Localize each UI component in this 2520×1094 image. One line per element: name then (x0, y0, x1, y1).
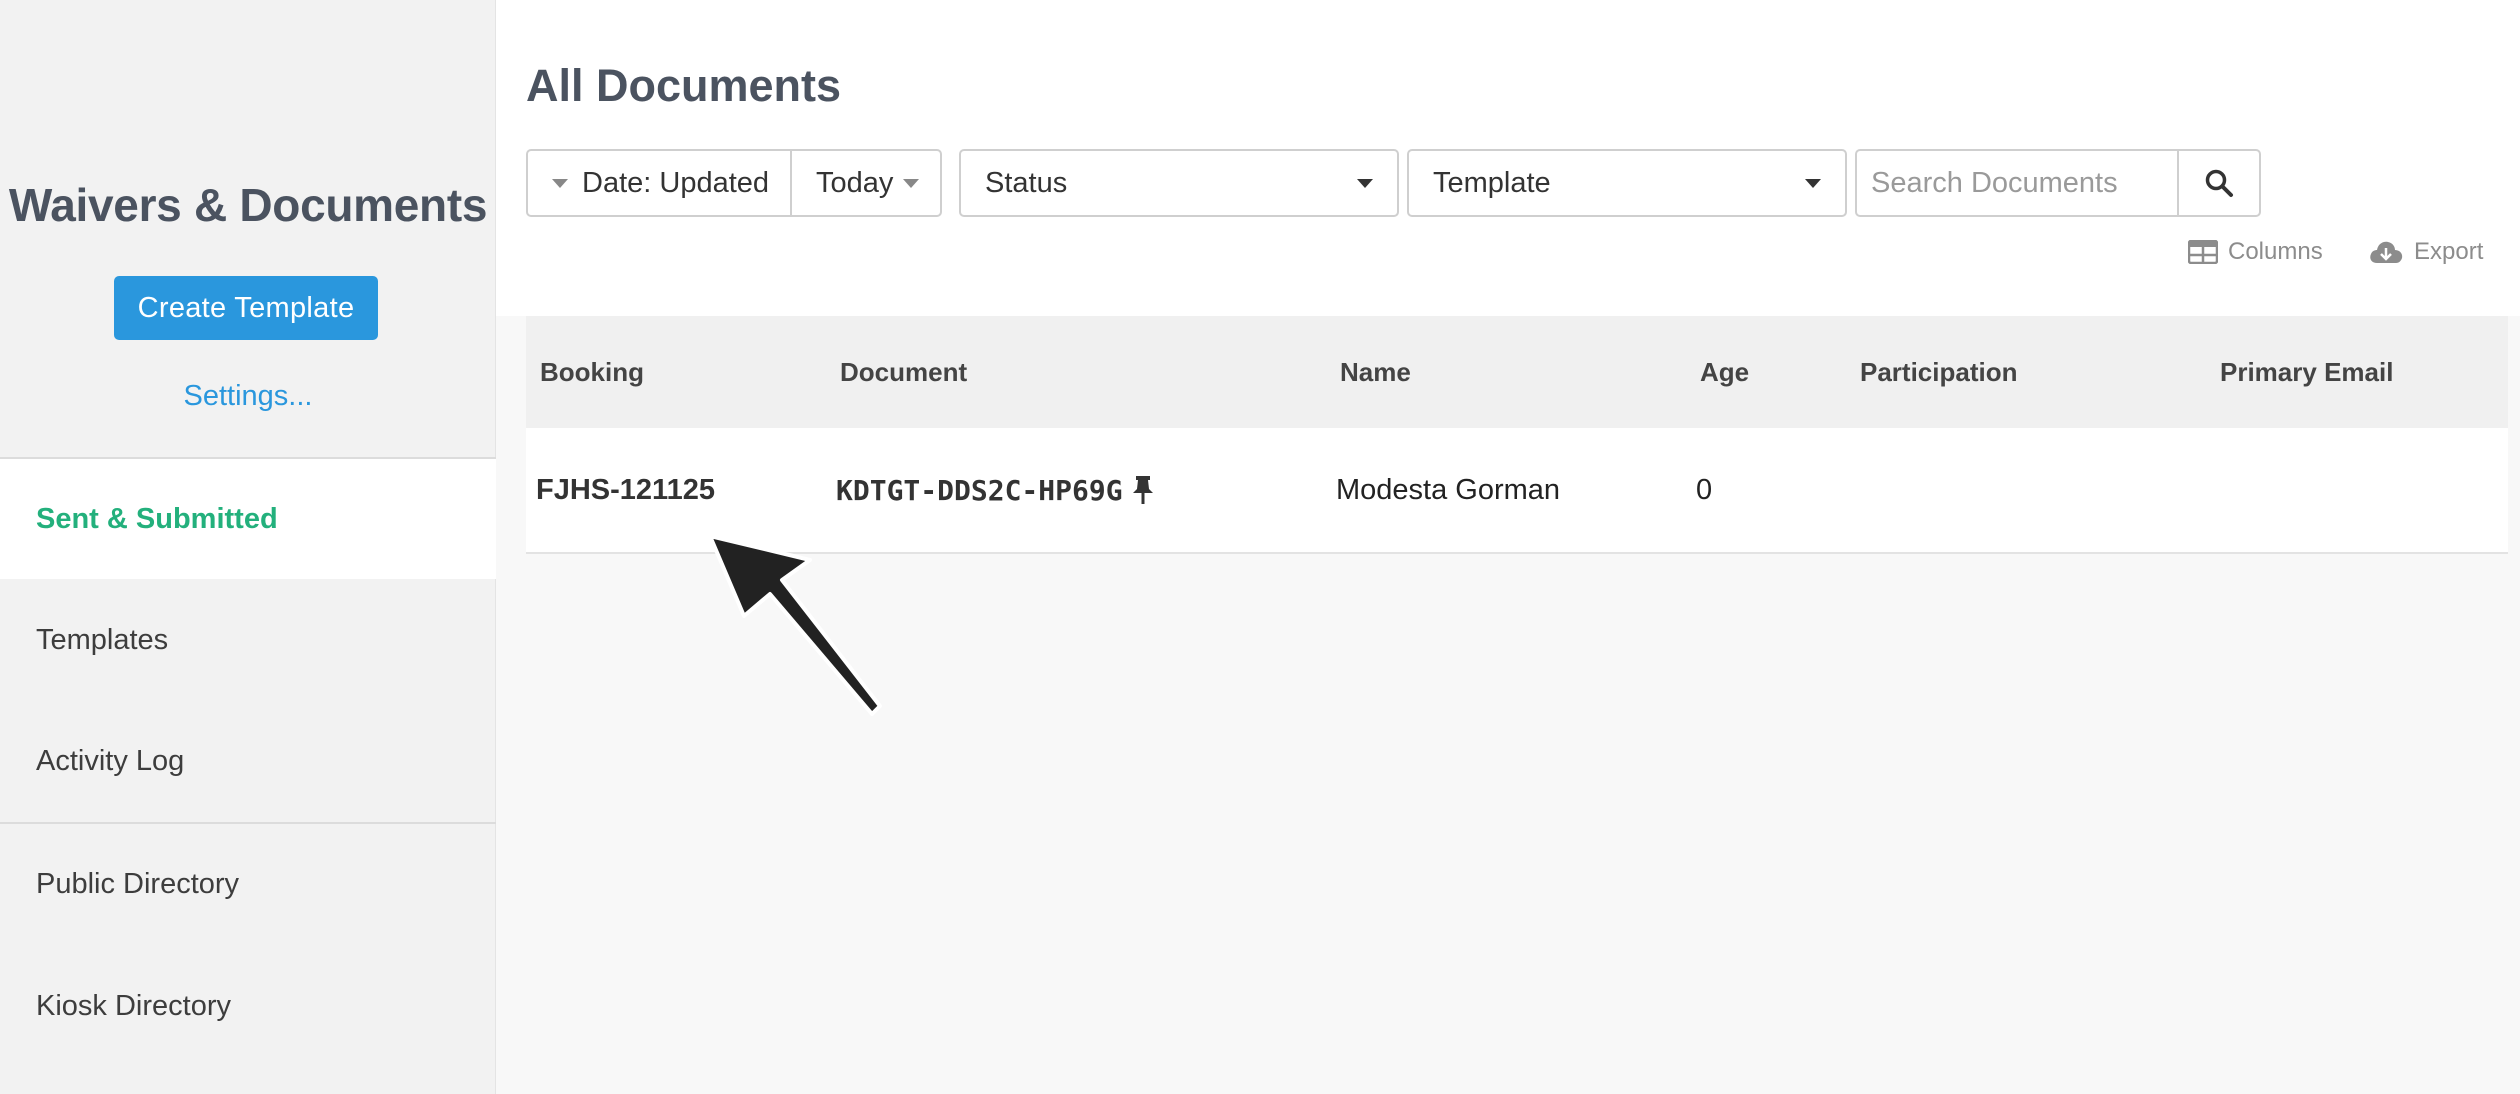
age-cell: 0 (1696, 473, 1713, 506)
sidebar-item-label: Templates (36, 623, 169, 656)
columns-button[interactable]: Columns (2188, 238, 2323, 266)
main-header: All Documents Date: Updated Today Status (496, 0, 2520, 316)
sidebar-item-kiosk-directory[interactable]: Kiosk Directory (0, 946, 496, 1066)
column-header-booking[interactable]: Booking (540, 316, 644, 428)
column-header-participation[interactable]: Participation (1860, 316, 2017, 428)
template-select[interactable]: Template (1407, 149, 1847, 217)
name-cell: Modesta Gorman (1336, 473, 1561, 506)
column-header-primary-email[interactable]: Primary Email (2220, 316, 2393, 428)
document-cell[interactable]: KDTGT-DDS2C-HP69G (836, 428, 1155, 552)
pin-icon (1132, 476, 1153, 504)
app-window: Waivers & Documents Create Template Sett… (0, 0, 2520, 1094)
column-header-age[interactable]: Age (1700, 316, 1749, 428)
search-button[interactable] (2179, 151, 2259, 215)
caret-down-icon (1357, 178, 1373, 188)
settings-link[interactable]: Settings... (0, 380, 496, 413)
status-select-label: Status (985, 166, 1068, 199)
column-header-name[interactable]: Name (1340, 316, 1411, 428)
sidebar-item-label: Sent & Submitted (36, 502, 278, 535)
booking-cell[interactable]: FJHS-121125 (536, 428, 715, 552)
date-field-dropdown[interactable]: Date: Updated (528, 151, 792, 215)
table-columns-icon (2188, 240, 2218, 264)
search-group (1855, 149, 2261, 217)
export-label: Export (2414, 238, 2484, 265)
pointer-arrow-icon (708, 536, 882, 716)
sidebar-item-public-directory[interactable]: Public Directory (0, 824, 496, 944)
date-range-dropdown[interactable]: Today (792, 151, 940, 215)
caret-down-icon (552, 178, 568, 188)
columns-label: Columns (2228, 238, 2323, 265)
column-header-document[interactable]: Document (840, 316, 967, 428)
sidebar-item-templates[interactable]: Templates (0, 580, 496, 700)
caret-down-icon (903, 178, 920, 188)
search-input[interactable] (1857, 151, 2179, 215)
export-button[interactable]: Export (2368, 238, 2483, 266)
document-id: KDTGT-DDS2C-HP69G (836, 473, 1123, 507)
caret-down-icon (1805, 178, 1821, 188)
sidebar: Waivers & Documents Create Template Sett… (0, 0, 496, 1094)
template-select-label: Template (1433, 166, 1551, 199)
date-range-label: Today (816, 166, 894, 199)
date-field-label: Date: Updated (582, 166, 770, 199)
page-title: All Documents (526, 60, 842, 111)
table-header: Booking Document Name Age Participation … (526, 316, 2508, 428)
sidebar-item-label: Public Directory (36, 867, 240, 900)
create-template-button[interactable]: Create Template (114, 276, 378, 340)
sidebar-item-label: Kiosk Directory (36, 989, 231, 1022)
sidebar-item-activity-log[interactable]: Activity Log (0, 701, 496, 821)
search-icon (2205, 169, 2233, 197)
cloud-download-icon (2370, 241, 2403, 263)
sidebar-title: Waivers & Documents (8, 179, 488, 231)
date-filter-group: Date: Updated Today (526, 149, 942, 217)
sidebar-item-label: Activity Log (36, 744, 185, 777)
sidebar-item-sent-submitted[interactable]: Sent & Submitted (0, 459, 496, 579)
status-select[interactable]: Status (959, 149, 1399, 217)
